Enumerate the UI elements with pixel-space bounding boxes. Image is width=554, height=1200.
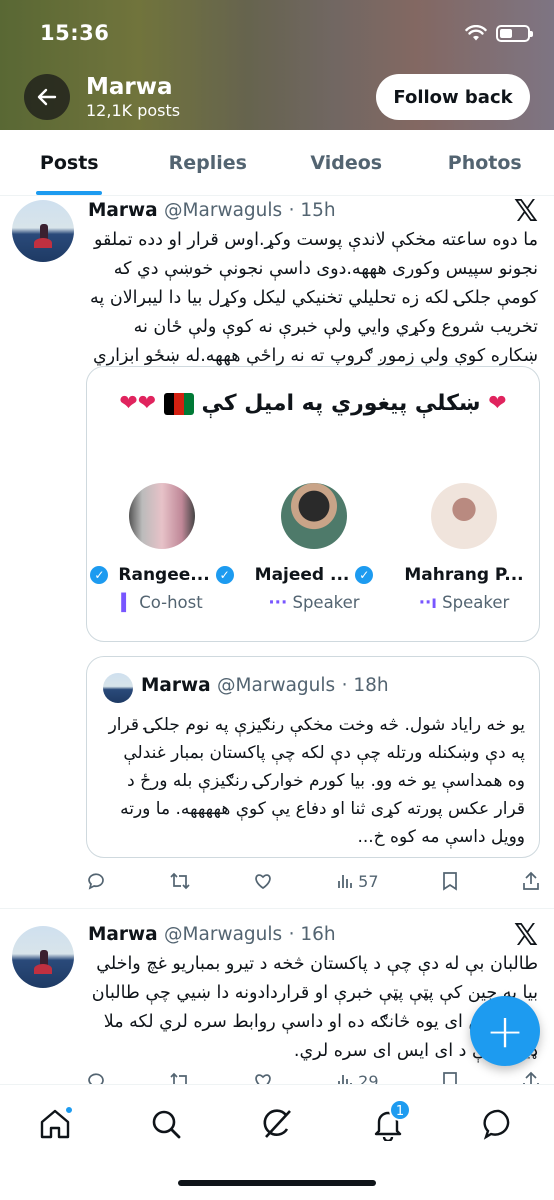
wifi-icon (465, 24, 487, 40)
tweet-actions: 57 (86, 866, 540, 896)
active-tab-indicator (36, 191, 103, 195)
space-speaker[interactable]: Majeed ... ✓ ··· Speaker (239, 483, 389, 612)
quoted-tweet[interactable]: Marwa @Marwaguls · 18h یو خه رایاد شول. … (86, 656, 540, 858)
nav-search[interactable] (141, 1099, 191, 1149)
bookmark-icon (443, 872, 458, 891)
speaker-role: Speaker (442, 593, 510, 612)
space-card[interactable]: ❤ ښکلې پیغوري په امیل کې ❤❤ ✓ Rangee... ✓… (86, 366, 540, 642)
space-title: ❤ ښکلې پیغوري په امیل کې ❤❤ (119, 391, 507, 416)
back-button[interactable] (24, 74, 70, 120)
tweet-handle: @Marwaguls (164, 200, 283, 221)
quoted-time: · 18h (341, 675, 389, 696)
views-count: 57 (358, 871, 379, 891)
like-button[interactable] (253, 871, 273, 891)
verified-icon: ✓ (215, 566, 234, 584)
profile-name: Marwa (86, 74, 173, 100)
tweet-author: Marwa @Marwaguls · 16h (88, 924, 336, 945)
space-speaker[interactable]: ✓ Rangee... ✓ ▍ Co-host (87, 483, 237, 612)
verified-icon: ✓ (90, 566, 109, 584)
quoted-text: یو خه رایاد شول. څه وخت مخکې رنګیزې په ن… (108, 715, 525, 847)
speaker-name: Rangee... (118, 565, 210, 585)
bookmark-button[interactable] (441, 871, 459, 891)
views-icon (338, 875, 353, 888)
tweet-time: · 15h (288, 200, 336, 221)
reply-button[interactable] (86, 871, 106, 891)
speaker-role: Speaker (292, 593, 360, 612)
nav-home[interactable] (30, 1099, 80, 1149)
compose-button[interactable]: + (470, 996, 540, 1066)
speaker-avatar (129, 483, 195, 549)
x-logo-icon: 𝕏 (513, 194, 538, 229)
verified-icon: ✓ (355, 566, 374, 584)
nav-grok[interactable] (252, 1099, 302, 1149)
views-button[interactable]: 57 (336, 871, 379, 891)
tweet-divider (0, 908, 554, 909)
tweet-actions: 29 (86, 1066, 540, 1086)
space-speaker[interactable]: Mahrang P... ··ı Speaker (389, 483, 539, 612)
tab-photos[interactable]: Photos (416, 130, 554, 195)
afghanistan-flag-icon (163, 393, 194, 415)
speaker-role: Co-host (139, 593, 203, 612)
follow-back-button[interactable]: Follow back (376, 74, 530, 120)
heart-icon (255, 874, 272, 890)
repost-button[interactable] (169, 871, 191, 891)
reply-icon (88, 873, 104, 890)
avatar[interactable] (12, 926, 74, 988)
nav-messages[interactable] (474, 1099, 524, 1149)
status-time: 15:36 (40, 21, 110, 45)
tweet-text: طالبان بې له دې چې د پاکستان څخه د تیرو … (91, 954, 538, 1061)
tweet-author: Marwa @Marwaguls · 15h (88, 200, 336, 221)
tab-videos[interactable]: Videos (277, 130, 416, 195)
share-icon (523, 871, 539, 890)
repost-icon (170, 872, 190, 890)
tweet[interactable]: Marwa @Marwaguls · 16h 𝕏 طالبان بې له دې… (0, 910, 554, 1086)
mic-wave-icon: ▍ (121, 593, 134, 612)
tweet-time: · 16h (288, 924, 336, 945)
speaker-name: Majeed ... (254, 565, 350, 585)
profile-tabs: Posts Replies Videos Photos (0, 130, 554, 196)
home-new-dot (64, 1105, 74, 1115)
speaker-name: Mahrang P... (404, 565, 524, 585)
speaker-dots-icon: ··ı (418, 593, 437, 612)
notification-badge: 1 (389, 1099, 411, 1121)
speaker-avatar (281, 483, 347, 549)
share-button[interactable] (522, 871, 540, 891)
home-indicator (178, 1180, 376, 1186)
quoted-author: Marwa @Marwaguls · 18h (141, 675, 389, 696)
nav-notifications[interactable]: 1 (363, 1099, 413, 1149)
quoted-handle: @Marwaguls (217, 675, 336, 696)
grok-icon (263, 1109, 291, 1138)
search-icon (152, 1110, 181, 1139)
avatar[interactable] (12, 200, 74, 262)
battery-icon (496, 24, 533, 42)
tweet-handle: @Marwaguls (164, 924, 283, 945)
status-bar: 15:36 (40, 18, 533, 48)
speaker-avatar (431, 483, 497, 549)
x-logo-icon: 𝕏 (513, 918, 538, 953)
arrow-left-icon (37, 88, 57, 106)
tab-replies[interactable]: Replies (139, 130, 278, 195)
avatar (103, 673, 133, 703)
tab-posts[interactable]: Posts (0, 130, 139, 195)
message-icon (483, 1109, 510, 1140)
post-count: 12,1K posts (86, 101, 181, 120)
speaker-dots-icon: ··· (268, 593, 288, 612)
